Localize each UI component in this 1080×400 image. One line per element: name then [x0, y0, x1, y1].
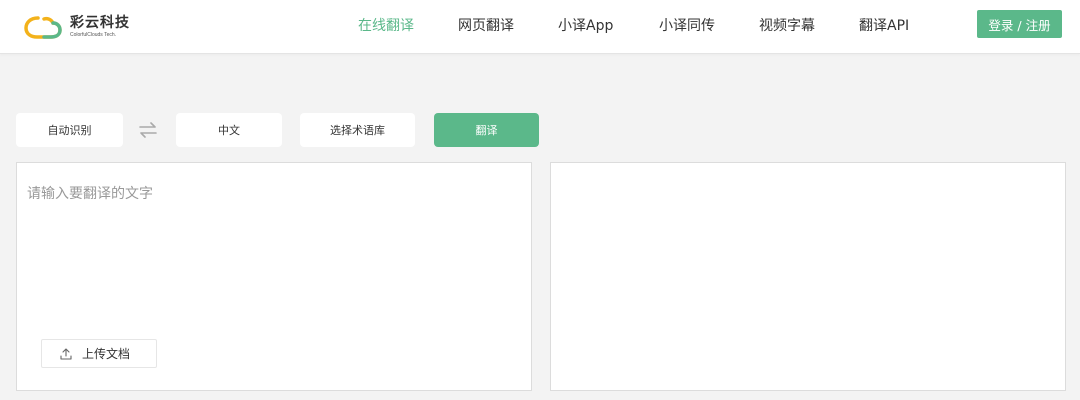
- nav-simultaneous-interpretation[interactable]: 小译同传: [659, 17, 715, 35]
- source-language-select[interactable]: 自动识别: [16, 113, 123, 147]
- brand-name-cn: 彩云科技: [70, 15, 130, 31]
- nav-video-subtitles[interactable]: 视频字幕: [759, 17, 815, 35]
- cloud-logo-icon: [24, 16, 62, 39]
- brand-logo[interactable]: 彩云科技 ColorfulClouds Tech.: [24, 10, 130, 44]
- swap-arrows-icon[interactable]: [137, 120, 159, 140]
- upload-document-button[interactable]: 上传文档: [41, 339, 157, 368]
- brand-text: 彩云科技 ColorfulClouds Tech.: [70, 15, 130, 39]
- translation-result-panel: [550, 162, 1066, 391]
- nav-translate-api[interactable]: 翻译API: [859, 17, 909, 35]
- translate-button[interactable]: 翻译: [434, 113, 539, 147]
- top-header: 彩云科技 ColorfulClouds Tech. 在线翻译 网页翻译 小译Ap…: [0, 0, 1080, 54]
- nav-online-translate[interactable]: 在线翻译: [358, 17, 414, 35]
- nav-xiaoyi-app[interactable]: 小译App: [558, 17, 613, 35]
- upload-icon: [60, 347, 72, 360]
- nav-web-translate[interactable]: 网页翻译: [458, 17, 514, 35]
- source-text-input[interactable]: 请输入要翻译的文字: [27, 185, 153, 203]
- source-text-panel[interactable]: 请输入要翻译的文字 上传文档: [16, 162, 532, 391]
- upload-label: 上传文档: [82, 347, 131, 361]
- glossary-select[interactable]: 选择术语库: [300, 113, 415, 147]
- target-language-select[interactable]: 中文: [176, 113, 282, 147]
- brand-name-en: ColorfulClouds Tech.: [70, 32, 117, 38]
- login-register-button[interactable]: 登录 / 注册: [977, 10, 1062, 38]
